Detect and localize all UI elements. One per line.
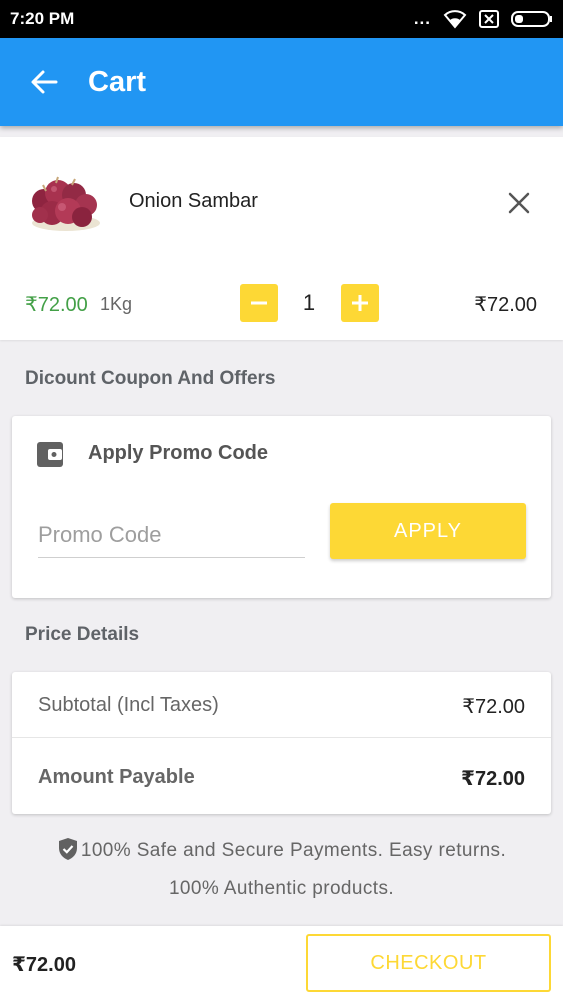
promo-heading: Apply Promo Code [88, 442, 269, 464]
payable-value: ₹72.00 [461, 768, 525, 790]
secure-line-1: 100% Safe and Secure Payments. Easy retu… [0, 832, 563, 870]
minus-icon [251, 301, 267, 305]
payable-row: Amount Payable ₹72.00 [12, 742, 551, 808]
secure-text-2: 100% Authentic products. [168, 878, 395, 899]
bottom-total: ₹72.00 [12, 954, 76, 976]
quantity-value: 1 [302, 290, 316, 315]
app-bar: Cart [0, 38, 563, 126]
bottom-bar: ₹72.00 CHECKOUT [0, 926, 563, 1000]
subtotal-label: Subtotal (Incl Taxes) [38, 694, 219, 716]
product-name: Onion Sambar [129, 190, 258, 212]
unit-price: ₹72.00 [25, 294, 88, 316]
wallet-icon [37, 442, 63, 467]
plus-icon [352, 295, 368, 311]
item-total: ₹72.00 [474, 294, 537, 316]
onion-image [32, 176, 100, 231]
status-bar: 7:20 PM ... [0, 0, 563, 38]
promo-card: Apply Promo Code APPLY [12, 416, 551, 598]
notification-dots: ... [413, 9, 431, 28]
promo-code-input[interactable] [38, 512, 305, 558]
status-icons: ... [414, 8, 553, 30]
wifi-icon [443, 10, 467, 29]
price-section-title: Price Details [25, 624, 140, 645]
increase-quantity-button[interactable] [341, 284, 379, 322]
checkout-button[interactable]: CHECKOUT [306, 934, 551, 992]
cart-item: Onion Sambar ₹72.00 1Kg 1 ₹72.00 [0, 137, 563, 340]
decrease-quantity-button[interactable] [240, 284, 278, 322]
coupon-section-title: Dicount Coupon And Offers [25, 368, 276, 389]
secure-message: 100% Safe and Secure Payments. Easy retu… [0, 832, 563, 908]
remove-item-button[interactable] [503, 187, 535, 219]
status-time: 7:20 PM [10, 9, 75, 28]
apply-promo-button[interactable]: APPLY [330, 503, 526, 559]
back-button[interactable] [24, 62, 64, 102]
page-title: Cart [88, 66, 147, 98]
payable-label: Amount Payable [38, 766, 195, 788]
sim-icon [479, 10, 499, 28]
close-icon [508, 192, 530, 214]
battery-icon [511, 11, 552, 27]
unit-weight: 1Kg [100, 294, 133, 314]
price-details-card: Subtotal (Incl Taxes) ₹72.00 Amount Paya… [12, 672, 551, 814]
shield-check-icon [58, 838, 77, 860]
arrow-back-icon [31, 70, 58, 94]
secure-text-1: 100% Safe and Secure Payments. Easy retu… [80, 840, 507, 861]
subtotal-value: ₹72.00 [462, 696, 525, 718]
subtotal-row: Subtotal (Incl Taxes) ₹72.00 [12, 672, 551, 738]
